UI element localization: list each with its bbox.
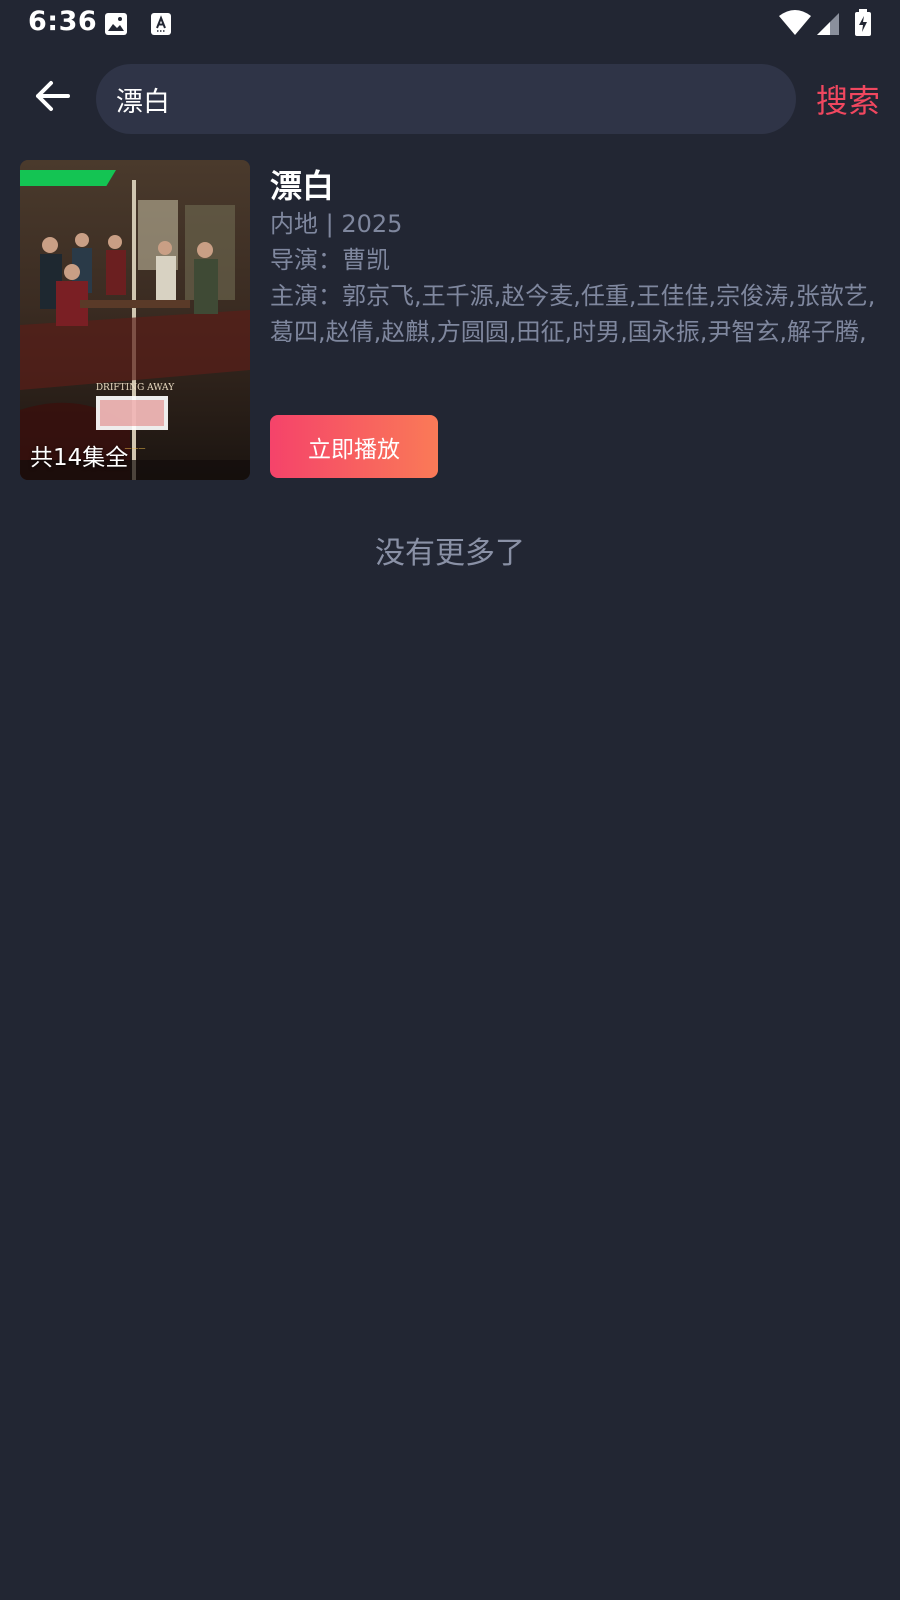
result-cast: 主演：郭京飞,王千源,赵今麦,任重,王佳佳,宗俊涛,张歆艺,葛四,赵倩,赵麒,方… <box>270 282 876 346</box>
svg-text:DRIFTING AWAY: DRIFTING AWAY <box>96 383 175 393</box>
result-info: 漂白 内地 | 2025 导演：曹凯 主演：郭京飞,王千源,赵今麦,任重,王佳佳… <box>270 160 880 350</box>
status-time: 6:36 <box>28 6 98 37</box>
result-region-year: 内地 | 2025 <box>270 210 403 238</box>
result-director: 导演：曹凯 <box>270 246 390 274</box>
signal-icon <box>816 12 840 40</box>
search-box <box>96 64 796 134</box>
wifi-icon <box>778 10 812 40</box>
result-card[interactable]: DRIFTING AWAY ——— 共14集全 漂白 内地 | 2025 导演：… <box>20 160 880 480</box>
poster-image[interactable]: DRIFTING AWAY ——— 共14集全 <box>20 160 250 480</box>
episode-count: 共14集全 <box>30 445 129 471</box>
search-bar: 搜索 <box>0 62 900 134</box>
poster-artwork: DRIFTING AWAY ——— <box>20 160 250 480</box>
no-more-results: 没有更多了 <box>375 536 525 571</box>
search-input[interactable] <box>116 64 776 134</box>
text-a-icon <box>150 12 172 40</box>
battery-charging-icon <box>854 9 872 41</box>
play-now-button[interactable]: 立即播放 <box>270 415 438 478</box>
poster-brand-badge <box>20 170 116 186</box>
back-button[interactable] <box>28 74 76 122</box>
search-results-page: 6:36 搜索 <box>0 0 900 1600</box>
search-button[interactable]: 搜索 <box>816 76 880 122</box>
status-bar: 6:36 <box>0 0 900 48</box>
result-title[interactable]: 漂白 <box>270 166 880 206</box>
arrow-left-icon <box>34 80 70 116</box>
image-icon <box>104 12 128 40</box>
